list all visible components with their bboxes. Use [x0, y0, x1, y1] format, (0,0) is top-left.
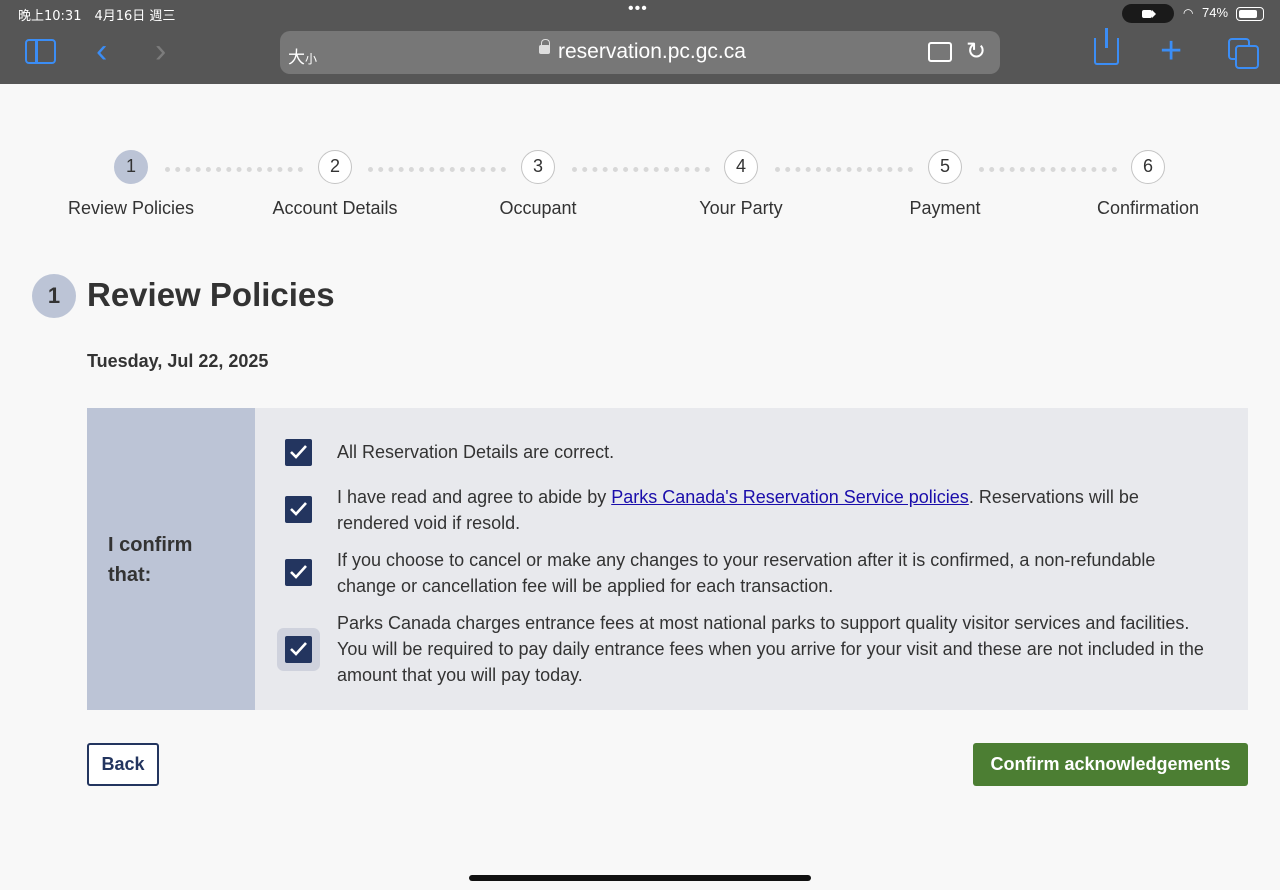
- confirm-side-label: I confirm that:: [108, 534, 193, 586]
- reader-format-button[interactable]: 大小: [288, 43, 317, 68]
- battery-icon: [1236, 7, 1264, 21]
- url-text[interactable]: reservation.pc.gc.ca: [558, 40, 746, 64]
- share-icon[interactable]: [1094, 28, 1119, 65]
- step-payment: 5 Payment: [845, 150, 1045, 219]
- step-number: 3: [521, 150, 555, 184]
- browser-chrome: 晚上10:31 4月16日 週三 ••• ◠ 74% ‹ › 大小 reserv…: [0, 0, 1280, 84]
- step-account-details: 2 Account Details: [235, 150, 435, 219]
- step-label: Confirmation: [1096, 198, 1200, 218]
- checkmark-icon: [290, 445, 307, 459]
- reader-label-small: 小: [305, 52, 318, 66]
- page-title: Review Policies: [87, 276, 335, 313]
- step-number: 4: [724, 150, 758, 184]
- checkmark-icon: [290, 642, 307, 656]
- wifi-icon: ◠: [1183, 6, 1194, 20]
- step-number: 1: [114, 150, 148, 184]
- policy-text: All Reservation Details are correct.: [337, 442, 615, 462]
- checkbox-cancellation-fee[interactable]: [285, 559, 312, 586]
- policy-text: Parks Canada charges entrance fees at mo…: [337, 613, 1204, 685]
- reader-label-big: 大: [288, 48, 305, 68]
- battery-percent: 74%: [1202, 5, 1229, 20]
- forward-arrow-icon[interactable]: ›: [155, 32, 166, 71]
- status-bar: 晚上10:31 4月16日 週三 ••• ◠ 74%: [0, 0, 1280, 24]
- multitask-dots-icon[interactable]: •••: [628, 0, 648, 18]
- reservation-policies-link[interactable]: Parks Canada's Reservation Service polic…: [611, 487, 969, 507]
- step-confirmation: 6 Confirmation: [1048, 150, 1248, 219]
- confirm-acknowledgements-button[interactable]: Confirm acknowledgements: [973, 743, 1248, 786]
- tab-overview-icon[interactable]: [1228, 38, 1259, 69]
- checkmark-icon: [290, 502, 307, 516]
- status-time: 晚上10:31 4月16日 週三: [18, 9, 176, 24]
- step-number: 6: [1131, 150, 1165, 184]
- sidebar-toggle-icon[interactable]: [25, 39, 56, 64]
- reservation-date: Tuesday, Jul 22, 2025: [87, 351, 269, 371]
- checkbox-service-policies[interactable]: [285, 496, 312, 523]
- checkbox-entrance-fees[interactable]: [285, 636, 312, 663]
- lock-icon: [539, 39, 550, 54]
- progress-stepper: 1 Review Policies 2 Account Details 3 Oc…: [0, 150, 1280, 220]
- confirm-side-header: I confirm that:: [87, 408, 255, 710]
- camera-indicator-icon: [1122, 4, 1174, 23]
- home-indicator[interactable]: [469, 875, 811, 881]
- policy-text: I have read and agree to abide by Parks …: [337, 484, 1207, 536]
- step-review-policies: 1 Review Policies: [31, 150, 231, 219]
- step-label: Occupant: [499, 198, 577, 218]
- policy-text-pre: I have read and agree to abide by: [337, 487, 612, 507]
- new-tab-icon[interactable]: +: [1160, 30, 1182, 73]
- step-your-party: 4 Your Party: [641, 150, 841, 219]
- step-label: Payment: [909, 198, 981, 218]
- step-number: 2: [318, 150, 352, 184]
- back-button[interactable]: Back: [87, 743, 159, 786]
- address-bar[interactable]: 大小 reservation.pc.gc.ca ↻: [280, 31, 1000, 74]
- policy-text: If you choose to cancel or make any chan…: [337, 550, 1156, 596]
- extension-icon[interactable]: [928, 42, 952, 62]
- checkmark-icon: [290, 565, 307, 579]
- reload-icon[interactable]: ↻: [966, 37, 986, 66]
- step-label: Review Policies: [67, 198, 195, 218]
- step-label: Your Party: [699, 198, 783, 218]
- section-number-badge: 1: [32, 274, 76, 318]
- back-arrow-icon[interactable]: ‹: [96, 32, 107, 71]
- step-label: Account Details: [272, 198, 398, 218]
- step-number: 5: [928, 150, 962, 184]
- step-occupant: 3 Occupant: [438, 150, 638, 219]
- confirm-policies-panel: I confirm that: All Reservation Details …: [87, 408, 1248, 710]
- checkbox-details-correct[interactable]: [285, 439, 312, 466]
